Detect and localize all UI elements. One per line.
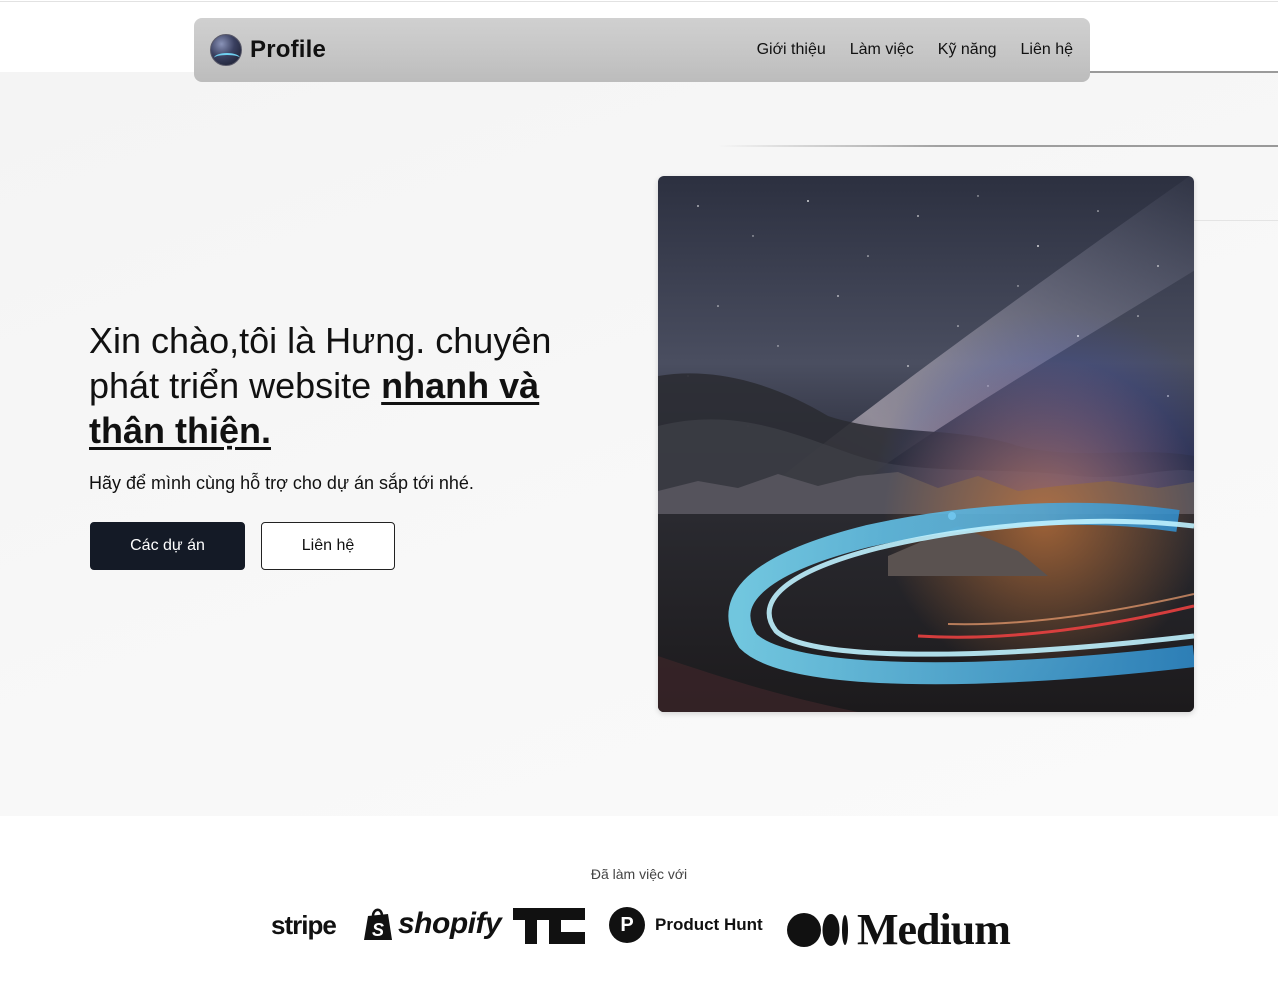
medium-logo: Medium (787, 904, 1011, 955)
hero-subtitle: Hãy để mình cùng hỗ trợ cho dự án sắp tớ… (89, 473, 474, 493)
nav-link-skills[interactable]: Kỹ năng (938, 41, 997, 59)
product-hunt-logo: P Product Hunt (609, 907, 763, 943)
decorative-line (1090, 71, 1278, 73)
medium-icon (787, 912, 848, 947)
contact-button[interactable]: Liên hệ (261, 522, 395, 570)
avatar (210, 34, 242, 66)
brand-name[interactable]: Profile (250, 36, 326, 64)
techcrunch-icon (513, 908, 585, 944)
top-divider (0, 1, 1278, 2)
shopify-logo: S shopify (362, 906, 502, 942)
hero-image (658, 176, 1194, 712)
nav-links: Giới thiệu Làm việc Kỹ năng Liên hệ (757, 41, 1073, 59)
shopify-bag-icon: S (364, 908, 392, 940)
nav-link-work[interactable]: Làm việc (850, 41, 914, 59)
shopify-wordmark: shopify (398, 907, 502, 940)
techcrunch-logo (513, 908, 585, 944)
projects-button[interactable]: Các dự án (90, 522, 245, 570)
nav-link-contact[interactable]: Liên hệ (1021, 41, 1074, 59)
nav-link-about[interactable]: Giới thiệu (757, 41, 826, 59)
medium-wordmark: Medium (857, 905, 1011, 954)
decorative-line (718, 145, 1278, 147)
partners-label: Đã làm việc với (590, 866, 688, 882)
product-hunt-icon: P (609, 907, 645, 943)
night-sky-road-photo (658, 176, 1194, 712)
navbar: Profile Giới thiệu Làm việc Kỹ năng Liên… (194, 18, 1090, 82)
svg-text:S: S (372, 920, 384, 940)
stripe-logo: stripe (271, 910, 337, 940)
product-hunt-wordmark: Product Hunt (655, 915, 763, 934)
brand[interactable]: Profile (210, 34, 326, 66)
decorative-line (1194, 220, 1278, 221)
hero-title: Xin chào,tôi là Hưng. chuyên phát triển … (89, 318, 569, 453)
partner-logos: stripe S shopify P Product Hunt Medium (0, 900, 1278, 955)
